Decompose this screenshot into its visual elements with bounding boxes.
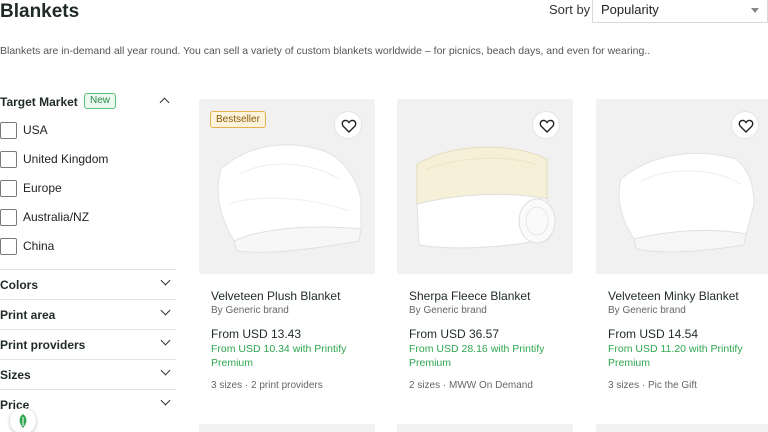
product-image[interactable]: Bestseller <box>199 99 375 274</box>
filter-label: Print providers <box>0 338 86 352</box>
filter-print-providers[interactable]: Print providers <box>0 329 176 359</box>
heart-icon <box>539 119 555 133</box>
page-title: Blankets <box>0 1 80 22</box>
premium-price: From USD 11.20 with Printify Premium <box>608 343 743 369</box>
market-option-label: Europe <box>23 181 62 195</box>
filter-sizes[interactable]: Sizes <box>0 359 176 389</box>
filter-label: Sizes <box>0 368 31 382</box>
product-card[interactable]: Bestseller Velveteen Plush Blanket By Ge… <box>199 99 375 391</box>
product-brand: By Generic brand <box>211 305 289 316</box>
market-option-europe[interactable]: Europe <box>0 178 176 207</box>
target-market-title: Target Market <box>0 95 78 109</box>
checkbox[interactable] <box>0 180 17 197</box>
chevron-down-icon <box>160 335 171 346</box>
sort-value: Popularity <box>601 2 659 17</box>
market-option-usa[interactable]: USA <box>0 120 176 149</box>
product-brand: By Generic brand <box>608 305 686 316</box>
favorite-button[interactable] <box>731 111 759 139</box>
product-meta: 3 sizes · 2 print providers <box>211 380 323 391</box>
product-brand: By Generic brand <box>409 305 487 316</box>
heart-icon <box>738 119 754 133</box>
product-title[interactable]: Velveteen Minky Blanket <box>608 289 739 303</box>
product-price: From USD 13.43 <box>211 327 302 341</box>
checkbox[interactable] <box>0 209 17 226</box>
sort-label: Sort by <box>549 2 591 17</box>
product-price: From USD 14.54 <box>608 327 699 341</box>
bestseller-badge: Bestseller <box>210 111 266 128</box>
chevron-down-icon <box>751 8 759 13</box>
help-chat-button[interactable] <box>10 408 36 432</box>
chevron-down-icon <box>160 305 171 316</box>
premium-price: From USD 28.16 with Printify Premium <box>409 343 545 369</box>
filter-sidebar: Target Market New USA United Kingdom Eur… <box>0 90 176 419</box>
sort-dropdown[interactable]: Popularity <box>592 0 768 23</box>
checkbox[interactable] <box>0 122 17 139</box>
product-card[interactable]: Sherpa Fleece Blanket By Generic brand F… <box>397 99 573 391</box>
chevron-down-icon <box>160 365 171 376</box>
market-option-label: Australia/NZ <box>23 210 90 224</box>
product-price: From USD 36.57 <box>409 327 500 341</box>
product-image[interactable] <box>596 99 768 274</box>
product-title[interactable]: Sherpa Fleece Blanket <box>409 289 530 303</box>
chevron-down-icon <box>160 395 171 406</box>
filter-label: Print area <box>0 308 56 322</box>
product-card-next[interactable] <box>397 424 573 432</box>
new-badge: New <box>84 93 117 109</box>
leaf-icon <box>19 414 27 428</box>
market-option-china[interactable]: China <box>0 236 176 265</box>
product-image[interactable] <box>397 99 573 274</box>
product-card-next[interactable] <box>596 424 768 432</box>
checkbox[interactable] <box>0 151 17 168</box>
filter-label: Colors <box>0 278 39 292</box>
target-market-header[interactable]: Target Market New <box>0 90 176 114</box>
filter-colors[interactable]: Colors <box>0 269 176 299</box>
filter-print-area[interactable]: Print area <box>0 299 176 329</box>
market-option-label: United Kingdom <box>23 152 109 166</box>
chevron-up-icon[interactable] <box>159 97 170 108</box>
market-option-australia-nz[interactable]: Australia/NZ <box>0 207 176 236</box>
favorite-button[interactable] <box>532 111 560 139</box>
product-card-next[interactable] <box>199 424 375 432</box>
chevron-down-icon <box>160 275 171 286</box>
market-option-label: China <box>23 239 55 253</box>
market-option-label: USA <box>23 123 48 137</box>
checkbox[interactable] <box>0 238 17 255</box>
market-option-uk[interactable]: United Kingdom <box>0 149 176 178</box>
heart-icon <box>341 119 357 133</box>
product-card[interactable]: Velveteen Minky Blanket By Generic brand… <box>596 99 768 391</box>
product-meta: 2 sizes · MWW On Demand <box>409 380 533 391</box>
category-description: Blankets are in-demand all year round. Y… <box>0 45 651 57</box>
premium-price: From USD 10.34 with Printify Premium <box>211 343 347 369</box>
product-title[interactable]: Velveteen Plush Blanket <box>211 289 340 303</box>
product-meta: 3 sizes · Pic the Gift <box>608 380 697 391</box>
favorite-button[interactable] <box>334 111 362 139</box>
